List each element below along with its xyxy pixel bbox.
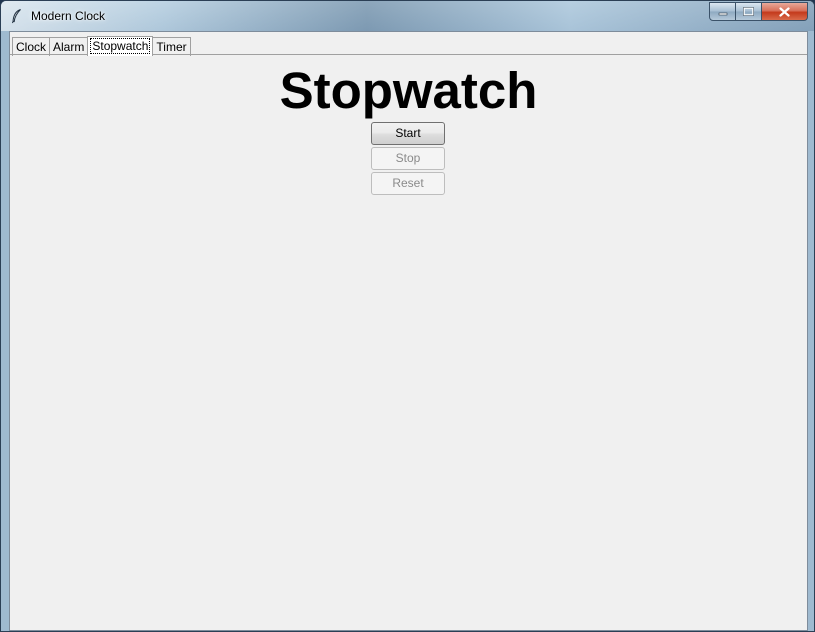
window-controls [709, 2, 808, 21]
tab-stopwatch-label: Stopwatch [90, 38, 151, 54]
minimize-button[interactable] [709, 2, 736, 21]
maximize-icon [743, 7, 754, 16]
app-window: Modern Clock Clock Alarm Stopwatch Timer… [0, 0, 815, 632]
window-title: Modern Clock [31, 9, 106, 23]
start-button[interactable]: Start [371, 122, 445, 145]
stopwatch-panel: Stopwatch Start Stop Reset [10, 54, 807, 630]
stop-button[interactable]: Stop [371, 147, 445, 170]
minimize-icon [718, 12, 727, 15]
tab-alarm-label: Alarm [53, 40, 85, 54]
maximize-button[interactable] [736, 2, 762, 21]
reset-button[interactable]: Reset [371, 172, 445, 195]
title-bar[interactable]: Modern Clock [1, 1, 814, 31]
tab-stopwatch[interactable]: Stopwatch [87, 36, 154, 56]
close-button[interactable] [762, 2, 808, 21]
close-icon [779, 6, 790, 17]
page-title: Stopwatch [279, 62, 538, 119]
tab-timer-label: Timer [156, 40, 187, 54]
client-area: Clock Alarm Stopwatch Timer Stopwatch St… [9, 31, 808, 631]
tab-bar: Clock Alarm Stopwatch Timer [12, 34, 191, 56]
feather-icon [11, 9, 21, 24]
tab-clock-label: Clock [16, 40, 47, 54]
